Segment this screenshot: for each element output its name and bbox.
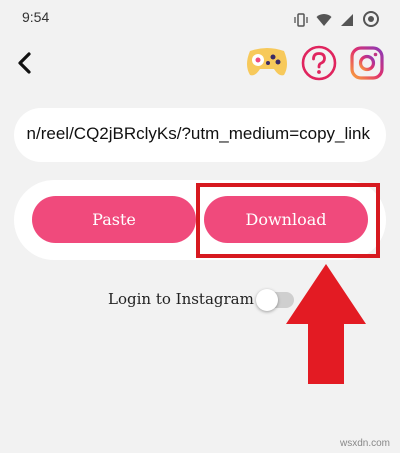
instagram-icon (350, 46, 384, 80)
help-icon (301, 45, 337, 81)
download-highlight-box (196, 183, 380, 258)
paste-button[interactable]: Paste (32, 196, 196, 243)
battery-icon (362, 10, 380, 32)
vibrate-icon (294, 12, 308, 31)
url-input[interactable]: n/reel/CQ2jBRclyKs/?utm_medium=copy_link (14, 108, 386, 162)
status-icons (294, 10, 380, 32)
login-label: Login to Instagram (108, 290, 254, 308)
login-row: Login to Instagram (108, 289, 294, 311)
back-button[interactable] (14, 50, 36, 76)
status-time: 9:54 (22, 9, 50, 25)
url-input-value: n/reel/CQ2jBRclyKs/?utm_medium=copy_link (26, 124, 370, 143)
games-button[interactable] (244, 43, 290, 79)
toggle-knob (256, 289, 278, 311)
signal-icon (340, 12, 354, 31)
back-arrow-icon (18, 52, 31, 74)
wifi-icon (316, 12, 332, 31)
watermark: wsxdn.com (339, 438, 390, 449)
up-arrow-icon (286, 264, 366, 384)
status-bar: 9:54 (0, 0, 400, 36)
paste-button-label: Paste (92, 210, 136, 229)
instagram-button[interactable] (350, 46, 384, 80)
help-button[interactable] (300, 44, 338, 82)
gamepad-icon (247, 48, 287, 76)
annotation-arrow (284, 262, 368, 386)
